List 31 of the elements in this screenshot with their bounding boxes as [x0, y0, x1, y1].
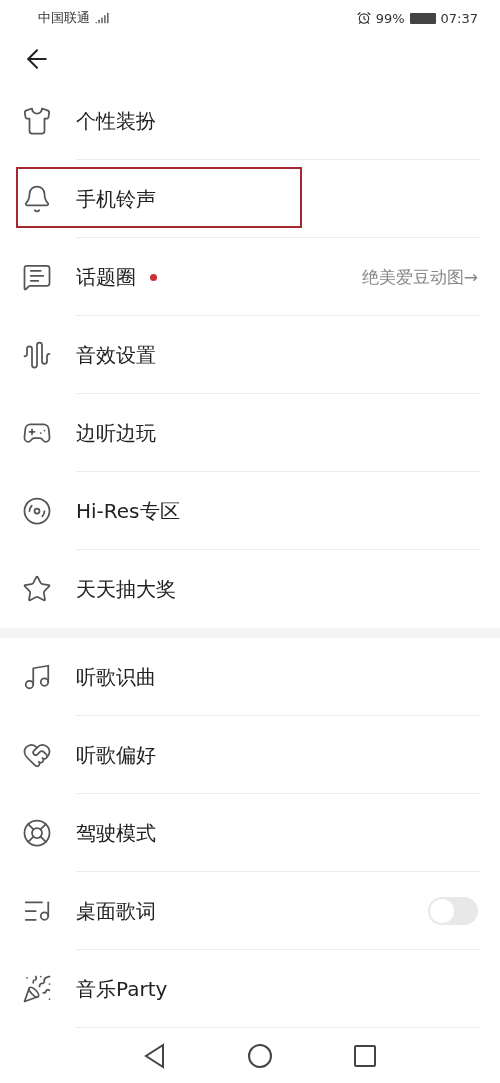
- menu-item[interactable]: 个性装扮: [76, 107, 156, 135]
- carrier-name: 中国联通: [38, 9, 90, 27]
- menu-item[interactable]: 音效设置: [76, 341, 156, 369]
- topic-link[interactable]: 绝美爱豆动图→: [361, 265, 478, 289]
- wheel-icon: [22, 818, 52, 848]
- menu-item[interactable]: 边听边玩: [76, 419, 156, 447]
- message-icon: [22, 262, 52, 292]
- music-note-icon: [22, 662, 52, 692]
- party-icon: [22, 974, 52, 1004]
- waveform-icon: [22, 340, 52, 370]
- home-button[interactable]: [247, 1042, 273, 1069]
- shirt-icon: [22, 106, 52, 136]
- menu-item[interactable]: Hi-Res专区: [76, 497, 180, 525]
- menu-item[interactable]: 天天抽大奖: [76, 575, 176, 603]
- battery-icon: [409, 12, 436, 24]
- back-nav-button[interactable]: [143, 1042, 167, 1069]
- menu-item[interactable]: 听歌偏好: [76, 741, 156, 769]
- signal-icon: [95, 11, 109, 25]
- menu-item[interactable]: 话题圈: [76, 263, 136, 291]
- bell-icon: [22, 184, 52, 214]
- menu-item[interactable]: 音乐Party: [76, 975, 168, 1003]
- star-icon: [22, 574, 52, 604]
- disc-icon: [22, 496, 52, 526]
- menu-item[interactable]: 驾驶模式: [76, 819, 156, 847]
- battery-percent: 99%: [375, 10, 405, 26]
- alarm-icon: [356, 11, 371, 25]
- menu-item[interactable]: 听歌识曲: [76, 663, 156, 691]
- clock-time: 07:37: [440, 10, 478, 26]
- menu-item[interactable]: 手机铃声: [76, 185, 156, 213]
- recents-button[interactable]: [353, 1043, 377, 1068]
- menu-item[interactable]: 桌面歌词: [76, 897, 156, 925]
